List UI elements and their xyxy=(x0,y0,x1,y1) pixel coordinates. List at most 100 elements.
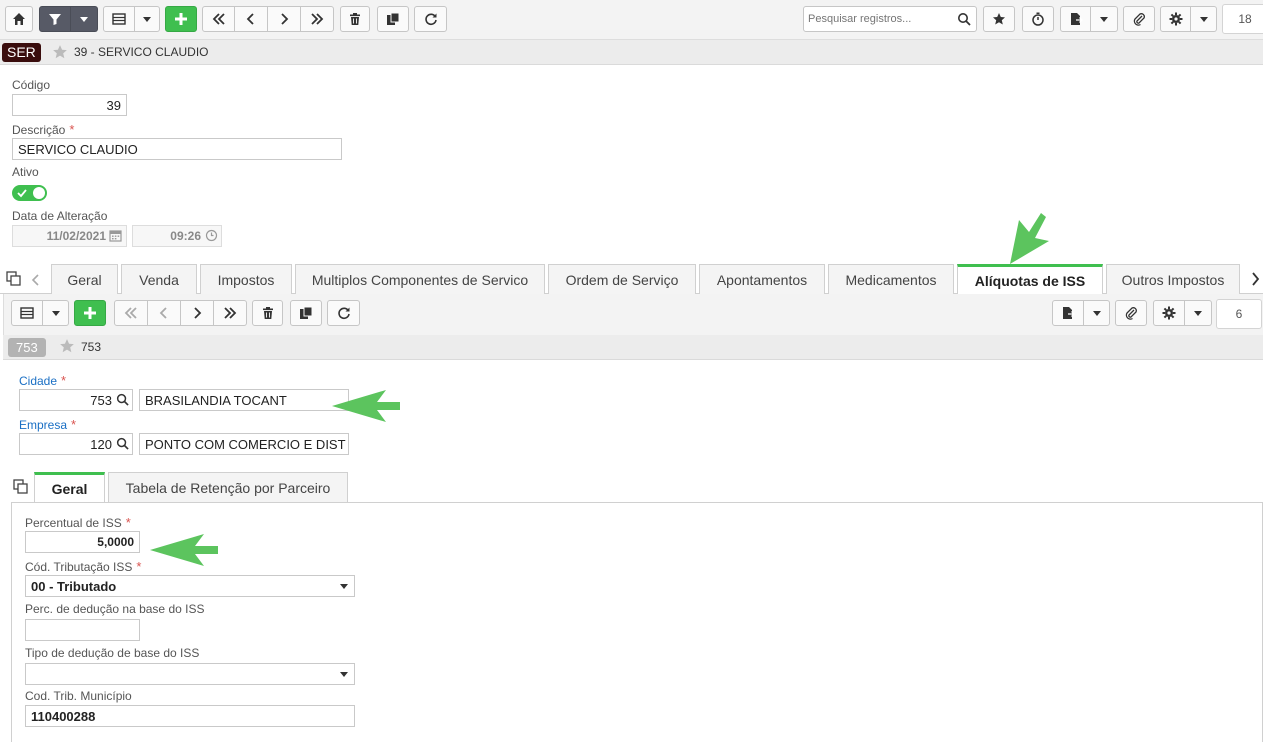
export-dropdown-button[interactable] xyxy=(1091,6,1118,32)
ativo-toggle[interactable] xyxy=(12,185,47,201)
view-dropdown-button[interactable] xyxy=(135,6,160,32)
chevron-down-icon xyxy=(340,672,348,677)
chevron-left-icon xyxy=(246,13,254,25)
chevron-right-icon[interactable] xyxy=(1251,272,1260,286)
search-input[interactable] xyxy=(804,7,954,31)
double-chevron-right-icon xyxy=(311,13,324,25)
settings-dropdown-button[interactable] xyxy=(1191,6,1217,32)
sub-prev-record-button[interactable] xyxy=(148,300,181,326)
tab-geral[interactable]: Geral xyxy=(51,264,118,294)
tipo-deducao-select[interactable] xyxy=(25,663,355,685)
search-icon[interactable] xyxy=(116,393,129,406)
sub-add-record-button[interactable] xyxy=(74,300,106,326)
sub-delete-button[interactable] xyxy=(252,300,283,326)
tab-outros-impostos[interactable]: Outros Impostos xyxy=(1106,264,1240,294)
sub-copy-button[interactable] xyxy=(290,300,322,326)
prev-record-button[interactable] xyxy=(235,6,268,32)
sub-refresh-button[interactable] xyxy=(327,300,360,326)
export-button[interactable] xyxy=(1060,6,1091,32)
last-record-button[interactable] xyxy=(301,6,334,32)
tab-medicamentos[interactable]: Medicamentos xyxy=(828,264,954,294)
refresh-icon xyxy=(337,307,350,320)
sub-next-record-button[interactable] xyxy=(181,300,214,326)
chevron-right-icon xyxy=(281,13,289,25)
refresh-button[interactable] xyxy=(414,6,447,32)
calendar-icon xyxy=(109,230,122,242)
record-badge: SER xyxy=(2,43,41,62)
tab-ordem-de-servico[interactable]: Ordem de Serviço xyxy=(548,264,696,294)
paperclip-icon xyxy=(1133,13,1145,26)
codigo-field[interactable]: 39 xyxy=(12,94,127,116)
star-icon[interactable] xyxy=(59,338,75,354)
filter-dropdown-button[interactable] xyxy=(71,6,98,32)
next-record-button[interactable] xyxy=(268,6,301,32)
add-record-button[interactable] xyxy=(165,6,197,32)
home-button[interactable] xyxy=(5,6,33,32)
sub-attachment-button[interactable] xyxy=(1115,300,1147,326)
percentual-iss-field[interactable]: 5,0000 xyxy=(25,531,140,553)
restore-windows-icon[interactable] xyxy=(6,271,21,286)
sub-record-count: 6 xyxy=(1216,299,1262,329)
first-record-button[interactable] xyxy=(202,6,235,32)
cod-trib-municipio-field[interactable]: 110400288 xyxy=(25,705,355,727)
descricao-label: Descrição * xyxy=(12,122,75,137)
sub-export-dropdown-button[interactable] xyxy=(1084,300,1110,326)
chevron-down-icon xyxy=(340,584,348,589)
search-box[interactable] xyxy=(803,6,977,32)
star-icon[interactable] xyxy=(52,44,68,60)
tab-impostos[interactable]: Impostos xyxy=(200,264,292,294)
cod-tributacao-select[interactable]: 00 - Tributado xyxy=(25,575,355,597)
favorite-button[interactable] xyxy=(983,6,1015,32)
filter-button[interactable] xyxy=(39,6,71,32)
tab-venda[interactable]: Venda xyxy=(121,264,197,294)
empresa-label: Empresa * xyxy=(19,417,77,432)
sub-settings-button[interactable] xyxy=(1153,300,1185,326)
required-marker: * xyxy=(71,417,77,432)
chevron-right-icon xyxy=(194,307,202,319)
sub-first-record-button[interactable] xyxy=(114,300,148,326)
cod-trib-municipio-label: Cod. Trib. Município xyxy=(25,689,132,703)
annotation-arrow-icon xyxy=(150,534,218,566)
search-icon[interactable] xyxy=(957,12,971,26)
required-marker: * xyxy=(61,373,67,388)
gear-icon xyxy=(1169,12,1182,26)
export-file-icon xyxy=(1063,307,1075,319)
timer-button[interactable] xyxy=(1022,6,1054,32)
perc-deducao-label: Perc. de dedução na base do ISS xyxy=(25,602,205,616)
clock-icon xyxy=(205,229,218,242)
subrecord-toolbar: 6 xyxy=(3,294,1263,335)
subrecord-title: 753 xyxy=(81,340,102,354)
list-view-button[interactable] xyxy=(103,6,135,32)
restore-windows-icon[interactable] xyxy=(13,479,28,494)
star-icon xyxy=(993,13,1005,25)
plus-icon xyxy=(175,13,187,25)
sub-last-record-button[interactable] xyxy=(214,300,247,326)
tab-aliquotas-de-iss[interactable]: Alíquotas de ISS xyxy=(957,264,1103,295)
double-chevron-right-icon xyxy=(224,307,237,319)
empresa-name-field: PONTO COM COMERCIO E DIST xyxy=(139,433,349,455)
copy-icon xyxy=(300,306,313,319)
sub-list-view-button[interactable] xyxy=(11,300,43,326)
subrecord-badge: 753 xyxy=(8,338,46,357)
stopwatch-icon xyxy=(1032,12,1044,26)
copy-button[interactable] xyxy=(377,6,409,32)
delete-button[interactable] xyxy=(340,6,370,32)
required-marker: * xyxy=(136,559,142,574)
tab-multiplos-componentes[interactable]: Multiplos Componentes de Servico xyxy=(295,264,545,294)
descricao-field[interactable]: SERVICO CLAUDIO xyxy=(12,138,342,160)
sub-export-button[interactable] xyxy=(1052,300,1084,326)
subtab-geral[interactable]: Geral xyxy=(34,472,105,503)
paperclip-icon xyxy=(1125,307,1137,320)
list-icon xyxy=(112,13,126,25)
attachment-button[interactable] xyxy=(1123,6,1155,32)
chevron-left-icon[interactable] xyxy=(31,274,40,286)
perc-deducao-field[interactable] xyxy=(25,619,140,641)
sub-view-dropdown-button[interactable] xyxy=(43,300,69,326)
tab-apontamentos[interactable]: Apontamentos xyxy=(699,264,825,294)
search-icon[interactable] xyxy=(116,437,129,450)
settings-button[interactable] xyxy=(1160,6,1191,32)
sub-settings-dropdown-button[interactable] xyxy=(1185,300,1212,326)
cidade-label: Cidade * xyxy=(19,373,67,388)
subtab-tabela-retencao[interactable]: Tabela de Retenção por Parceiro xyxy=(108,472,348,502)
percentual-iss-label: Percentual de ISS * xyxy=(25,515,131,530)
